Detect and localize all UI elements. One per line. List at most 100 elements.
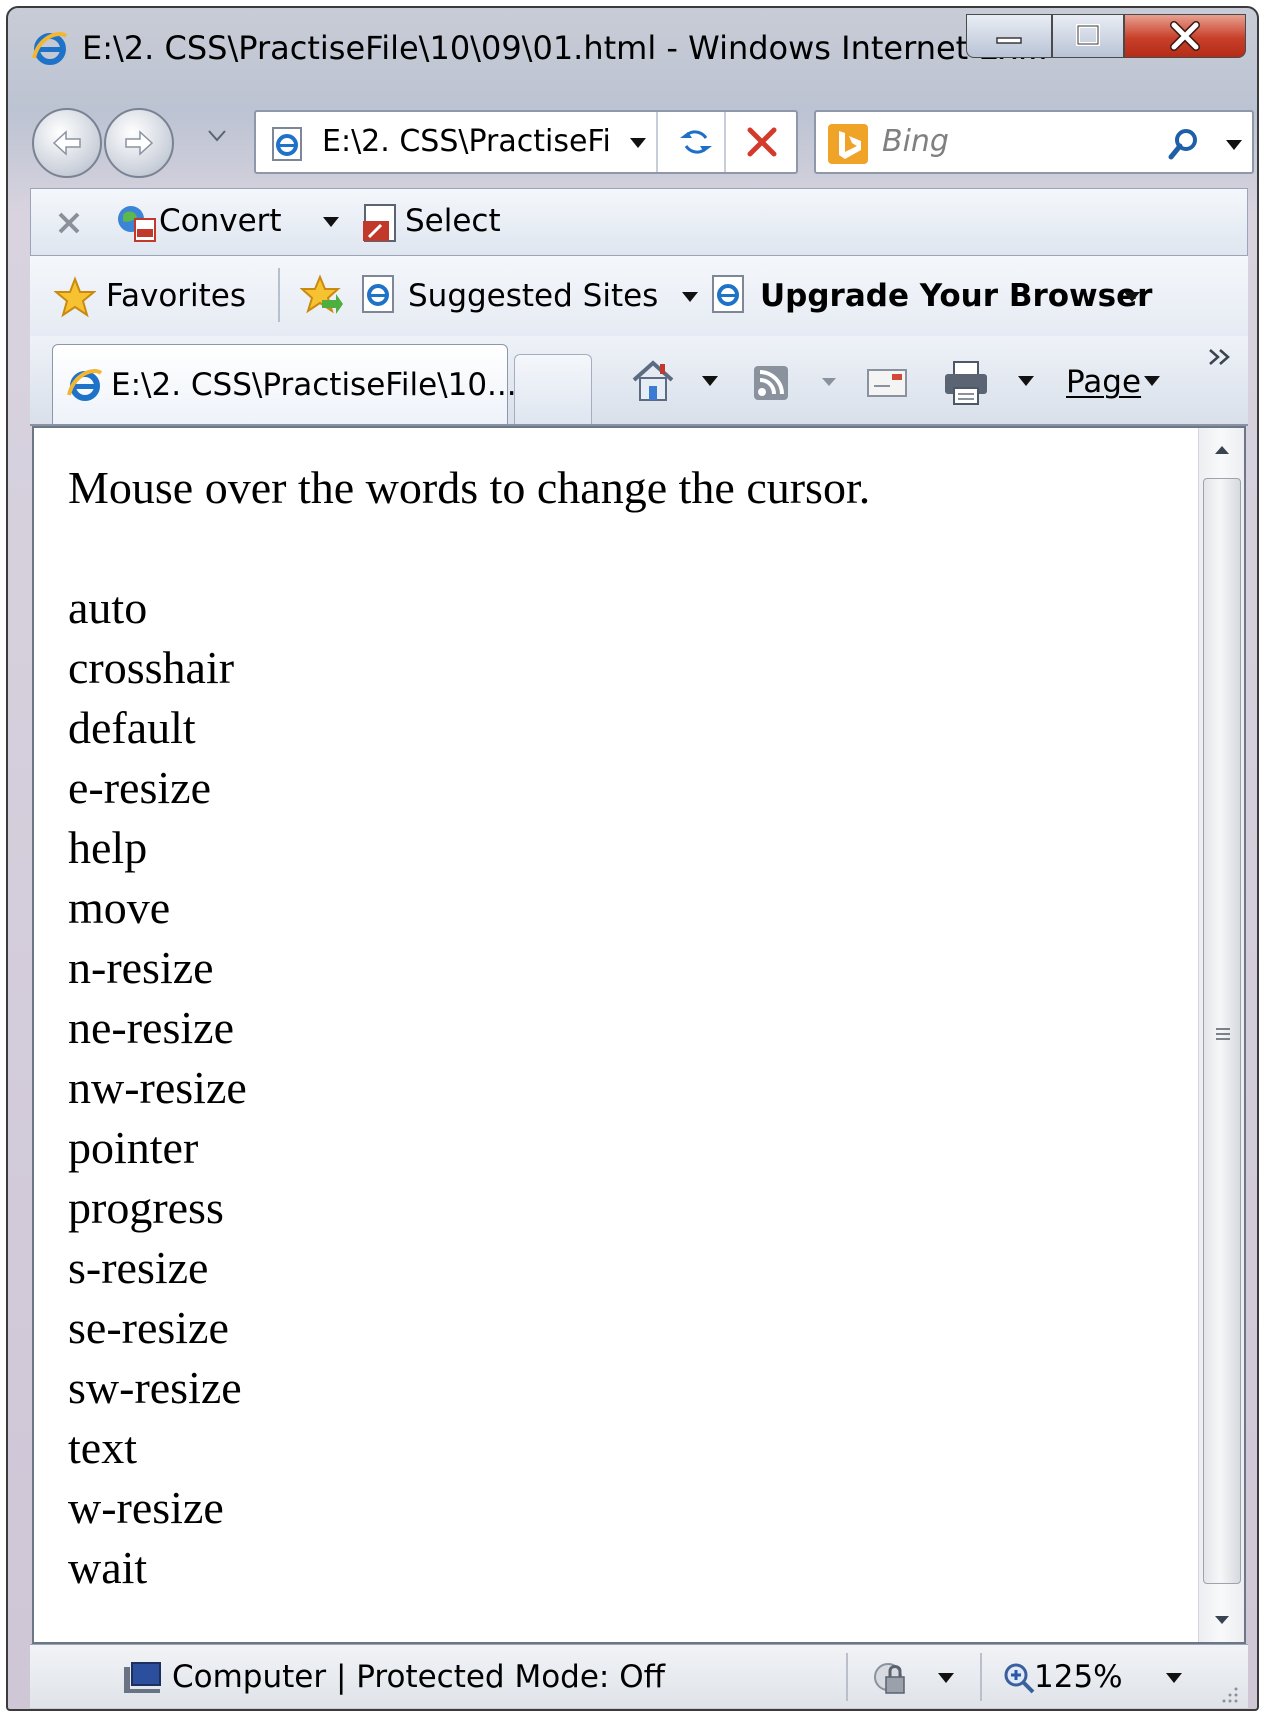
upgrade-browser-ie-icon [712,275,744,313]
suggested-sites-dropdown-icon[interactable] [680,290,700,304]
zone-dropdown-icon[interactable] [936,1671,956,1685]
status-divider [846,1653,848,1701]
home-icon[interactable] [630,358,676,404]
favorites-button[interactable]: Favorites [106,276,246,316]
upgrade-browser-dropdown-icon[interactable] [1122,290,1142,304]
suggested-sites-ie-icon [362,275,394,313]
recent-pages-dropdown-icon[interactable] [206,128,228,144]
resize-grip-icon[interactable] [1216,1681,1240,1705]
suggested-sites-button[interactable]: Suggested Sites [408,276,658,316]
cursor-word[interactable]: nw-resize [68,1058,1198,1118]
intro-text: Mouse over the words to change the curso… [68,462,871,513]
address-bar[interactable]: E:\2. CSS\PractiseFi [254,110,798,174]
forward-button[interactable] [104,108,174,178]
convert-dropdown-icon[interactable] [321,215,341,229]
page-viewport: Mouse over the words to change the curso… [32,426,1246,1644]
favorites-divider [278,268,280,322]
maximize-button[interactable] [1052,14,1124,58]
search-options-dropdown-icon[interactable] [1224,138,1244,152]
scroll-grip-icon [1216,1028,1230,1040]
tab-label: E:\2. CSS\PractiseFile\10... [111,367,517,403]
minimize-icon [996,37,1022,44]
bing-logo-icon [828,124,868,164]
forward-arrow-icon [125,130,154,156]
scroll-up-icon [1215,446,1229,454]
window-title: E:\2. CSS\PractiseFile\10\09\01.html - W… [82,29,1049,67]
back-button[interactable] [32,108,102,178]
page-menu-dropdown-icon[interactable] [1142,374,1162,388]
zoom-dropdown-icon[interactable] [1164,1671,1184,1685]
cursor-word[interactable]: e-resize [68,758,1198,818]
page-menu-button[interactable]: Page [1066,362,1141,402]
feeds-dropdown-icon[interactable] [820,376,838,388]
search-box[interactable]: Bing [814,110,1254,174]
cursor-word[interactable]: progress [68,1178,1198,1238]
select-button[interactable]: Select [405,201,501,241]
tab-ie-icon [67,369,103,401]
title-bar[interactable]: E:\2. CSS\PractiseFile\10\09\01.html - W… [8,8,1257,92]
chevron-more-icon[interactable] [1206,346,1236,368]
search-input[interactable]: Bing [882,112,949,172]
minimize-button[interactable] [966,14,1052,58]
cursor-word[interactable]: help [68,818,1198,878]
upgrade-browser-button[interactable]: Upgrade Your Browser [760,276,1152,316]
add-to-favorites-icon[interactable] [300,274,344,318]
cursor-word[interactable]: sw-resize [68,1358,1198,1418]
cursor-word[interactable]: move [68,878,1198,938]
maximize-icon [1076,24,1100,46]
cursor-list: auto crosshair default e-resize help mov… [68,578,1198,1598]
command-bar: E:\2. CSS\PractiseFile\10... Page [30,336,1248,426]
cursor-word[interactable]: text [68,1418,1198,1478]
status-divider [980,1653,982,1701]
zoom-level[interactable]: 125% [1034,1645,1123,1709]
scroll-thumb[interactable] [1203,478,1241,1584]
status-bar: Computer | Protected Mode: Off 125% [30,1644,1248,1708]
address-url[interactable]: E:\2. CSS\PractiseFi [322,112,611,172]
back-arrow-icon [52,130,81,156]
security-zone-text[interactable]: Computer | Protected Mode: Off [172,1645,665,1709]
page-content: Mouse over the words to change the curso… [68,458,1198,1598]
close-button[interactable] [1124,14,1246,58]
scroll-up-button[interactable] [1199,428,1245,472]
cursor-word[interactable]: ne-resize [68,998,1198,1058]
convert-toolbar: Convert Select [30,188,1248,256]
scroll-down-icon [1215,1616,1229,1624]
internet-explorer-icon [32,32,68,65]
cursor-word[interactable]: w-resize [68,1478,1198,1538]
cursor-word[interactable]: n-resize [68,938,1198,998]
read-mail-icon[interactable] [866,366,908,400]
cursor-word[interactable]: pointer [68,1118,1198,1178]
print-icon[interactable] [942,360,990,406]
address-divider [724,112,726,172]
convert-pdf-icon [118,206,156,242]
cursor-word[interactable]: crosshair [68,638,1198,698]
feeds-icon[interactable] [752,364,790,402]
protected-mode-lock-icon[interactable] [870,1659,910,1697]
zoom-icon[interactable] [1002,1661,1036,1695]
favorites-star-icon [54,276,96,318]
address-divider [656,112,658,172]
computer-icon [124,1662,161,1693]
cursor-word[interactable]: wait [68,1538,1198,1598]
stop-icon[interactable] [744,124,780,160]
convert-button[interactable]: Convert [159,201,282,241]
tab-active[interactable]: E:\2. CSS\PractiseFile\10... [52,344,517,424]
browser-window: E:\2. CSS\PractiseFile\10\09\01.html - W… [6,6,1259,1711]
home-dropdown-icon[interactable] [700,374,720,388]
new-tab-button[interactable] [514,354,592,424]
address-dropdown-icon[interactable] [628,136,648,150]
cursor-word[interactable]: se-resize [68,1298,1198,1358]
refresh-icon[interactable] [676,122,716,162]
close-icon [1170,21,1200,51]
search-icon[interactable] [1166,126,1202,162]
page-icon [272,127,302,161]
cursor-word[interactable]: s-resize [68,1238,1198,1298]
cursor-word[interactable]: auto [68,578,1198,638]
cursor-word[interactable]: default [68,698,1198,758]
scroll-down-button[interactable] [1199,1598,1245,1642]
print-dropdown-icon[interactable] [1016,374,1036,388]
favorites-bar: Favorites Suggested Sites Upgrade Your B… [30,256,1248,336]
close-toolbar-icon[interactable] [55,209,83,237]
vertical-scrollbar[interactable] [1198,428,1244,1642]
navigation-row: E:\2. CSS\PractiseFi Bing [8,92,1257,188]
